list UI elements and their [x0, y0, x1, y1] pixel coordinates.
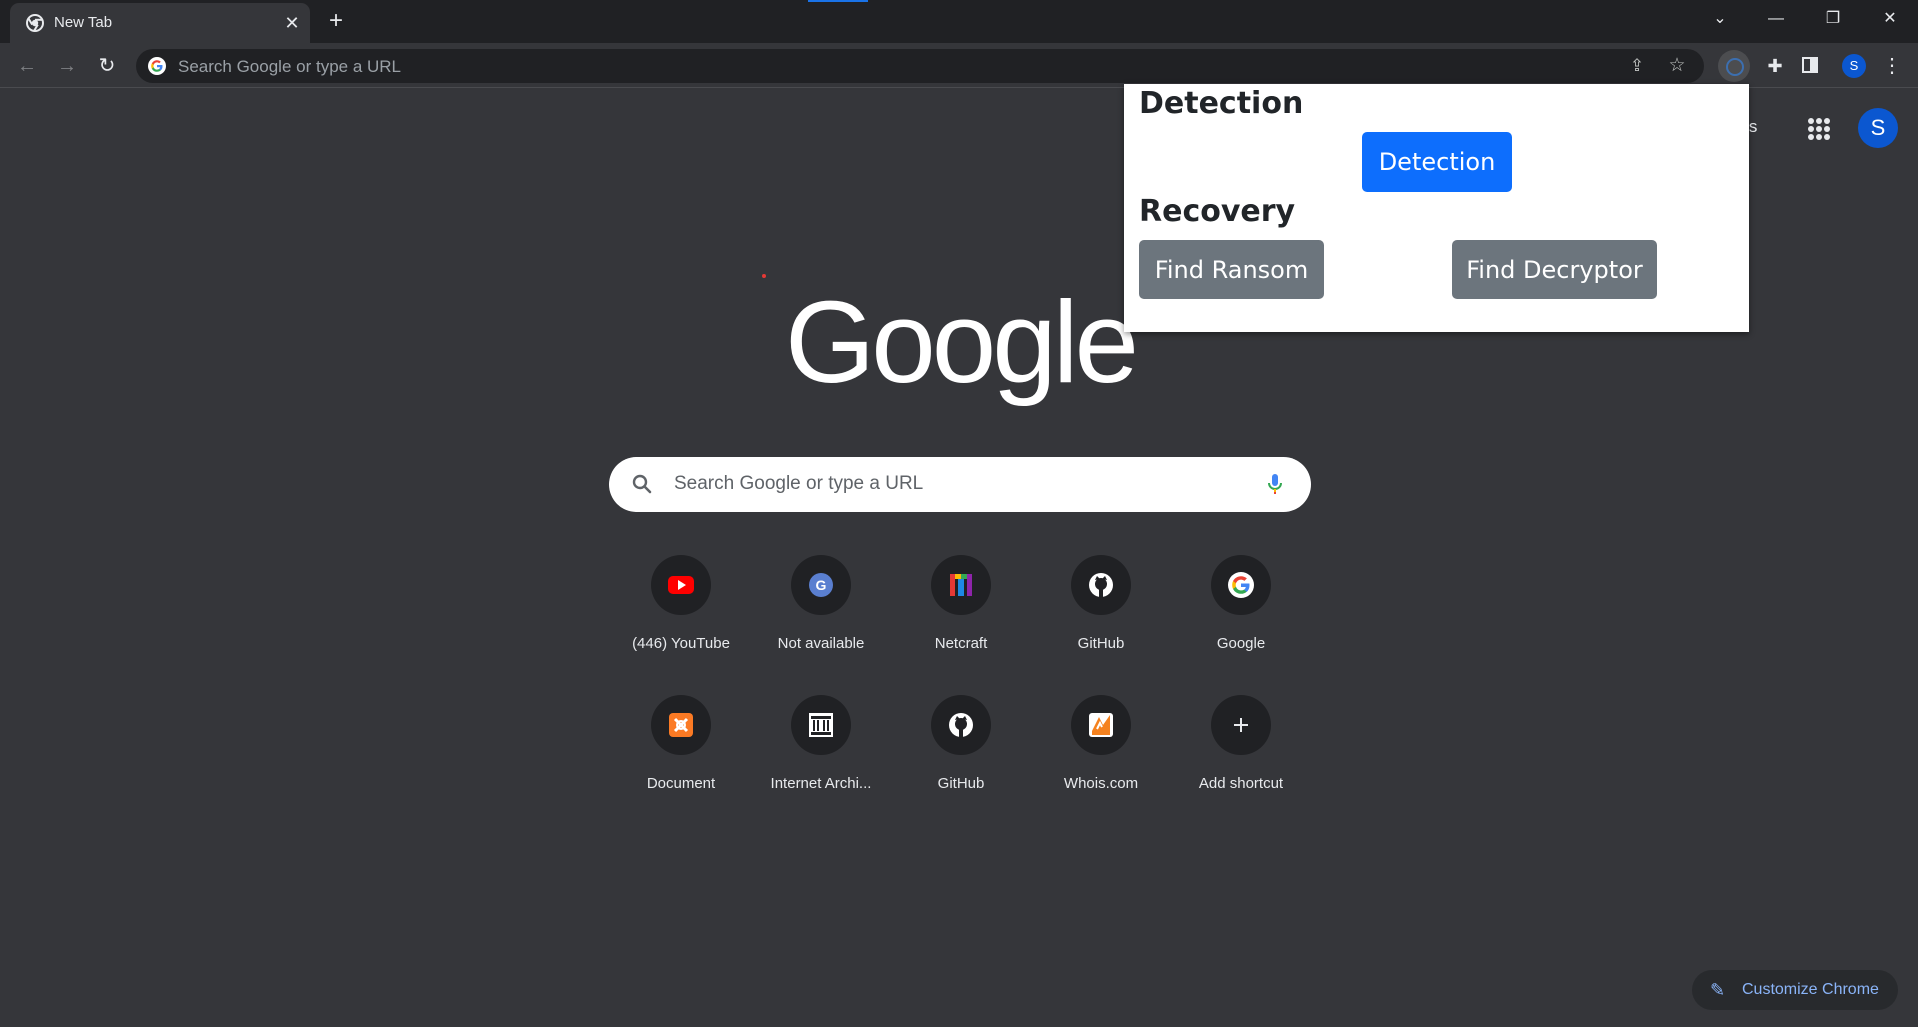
find-decryptor-button[interactable]: Find Decryptor	[1452, 240, 1657, 299]
customize-label: Customize Chrome	[1742, 981, 1879, 998]
back-arrow-icon[interactable]: ←	[12, 51, 42, 81]
address-bar[interactable]: Search Google or type a URL ⇪ ☆	[136, 49, 1704, 83]
shortcut-icon-bg	[931, 555, 991, 615]
shortcut-label: Netcraft	[934, 635, 988, 652]
shortcut-icon-bg	[651, 695, 711, 755]
microphone-icon[interactable]	[1264, 472, 1286, 496]
shortcut-label: Document	[646, 775, 716, 792]
find-ransom-button[interactable]: Find Ransom	[1139, 240, 1324, 299]
shortcut-icon-bg: G	[791, 555, 851, 615]
shortcut-icon-bg	[931, 695, 991, 755]
shortcut-tile[interactable]: Google	[1171, 555, 1311, 675]
share-icon[interactable]: ⇪	[1626, 55, 1648, 77]
chrome-icon	[26, 14, 44, 32]
internet-archive-icon	[809, 713, 833, 737]
new-tab-button[interactable]: +	[322, 8, 350, 36]
detection-button[interactable]: Detection	[1362, 132, 1512, 192]
reload-icon[interactable]: ↻	[92, 51, 122, 81]
google-logo: Google	[784, 277, 1139, 407]
shortcut-label: Whois.com	[1063, 775, 1139, 792]
search-input[interactable]: Search Google or type a URL	[609, 457, 1311, 512]
shortcut-icon-bg	[791, 695, 851, 755]
shortcut-icon-bg	[1071, 695, 1131, 755]
red-dot	[762, 274, 766, 278]
pencil-icon: ✎	[1710, 980, 1726, 1000]
shortcut-label: Not available	[777, 635, 865, 652]
plus-icon	[1234, 718, 1248, 732]
address-placeholder: Search Google or type a URL	[178, 57, 402, 76]
shortcut-label: Add shortcut	[1198, 775, 1284, 792]
shortcut-tile[interactable]: (446) YouTube	[611, 555, 751, 675]
shortcut-icon-bg	[1211, 695, 1271, 755]
shortcut-tile[interactable]: Whois.com	[1031, 695, 1171, 815]
tab-new-tab[interactable]: New Tab ✕	[10, 3, 310, 43]
restore-icon[interactable]: ❐	[1813, 4, 1853, 34]
shortcut-tile[interactable]: G Not available	[751, 555, 891, 675]
extension-popup: Detection Detection Recovery Find Ransom…	[1124, 84, 1749, 332]
shortcut-tile[interactable]: Document	[611, 695, 751, 815]
shortcut-tile[interactable]: Netcraft	[891, 555, 1031, 675]
svg-text:G: G	[816, 577, 827, 593]
letter-g-icon: G	[809, 573, 833, 597]
shortcut-label: Google	[1216, 635, 1266, 652]
title-bar: New Tab ✕ + ⌄ — ❐ ✕	[0, 0, 1918, 43]
shortcut-icon-bg	[1211, 555, 1271, 615]
search-icon	[632, 474, 652, 494]
google-icon	[148, 57, 166, 75]
github-icon	[949, 713, 973, 737]
detection-heading: Detection	[1139, 86, 1304, 121]
extension-icon[interactable]	[1718, 50, 1750, 82]
minimize-icon[interactable]: —	[1756, 4, 1796, 34]
add-shortcut-tile[interactable]: Add shortcut	[1171, 695, 1311, 815]
avatar[interactable]: S	[1842, 54, 1866, 78]
close-window-icon[interactable]: ✕	[1870, 4, 1910, 34]
shortcut-tile[interactable]: GitHub	[891, 695, 1031, 815]
forward-arrow-icon[interactable]: →	[52, 51, 82, 81]
recovery-heading: Recovery	[1139, 194, 1296, 229]
puzzle-icon[interactable]: ✚	[1760, 51, 1790, 81]
star-icon[interactable]: ☆	[1666, 55, 1688, 77]
github-icon	[1089, 573, 1113, 597]
tab-title: New Tab	[54, 14, 113, 31]
close-icon[interactable]: ✕	[282, 13, 302, 33]
whois-icon	[1089, 713, 1113, 737]
customize-chrome-button[interactable]: ✎ Customize Chrome	[1692, 970, 1898, 1010]
shortcut-icon-bg	[651, 555, 711, 615]
search-placeholder: Search Google or type a URL	[674, 473, 924, 494]
shortcut-label: Internet Archi...	[770, 775, 872, 792]
more-menu-icon[interactable]: ⋮	[1880, 51, 1904, 81]
apps-grid-icon[interactable]	[1808, 118, 1830, 140]
shortcut-label: GitHub	[937, 775, 985, 792]
drag-indicator	[808, 0, 868, 2]
account-avatar[interactable]: S	[1858, 108, 1898, 148]
google-icon	[1228, 572, 1254, 598]
chevron-down-icon[interactable]: ⌄	[1700, 4, 1740, 34]
shortcut-label: (446) YouTube	[632, 635, 730, 652]
shortcut-tile[interactable]: Internet Archi...	[751, 695, 891, 815]
shortcut-label: GitHub	[1077, 635, 1125, 652]
shortcut-tile[interactable]: GitHub	[1031, 555, 1171, 675]
xampp-icon	[669, 713, 693, 737]
netcraft-icon	[950, 574, 972, 596]
toolbar: ← → ↻ Search Google or type a URL ⇪ ☆ ✚ …	[0, 43, 1918, 88]
youtube-icon	[668, 576, 694, 594]
side-panel-icon[interactable]	[1802, 57, 1818, 73]
shortcut-icon-bg	[1071, 555, 1131, 615]
